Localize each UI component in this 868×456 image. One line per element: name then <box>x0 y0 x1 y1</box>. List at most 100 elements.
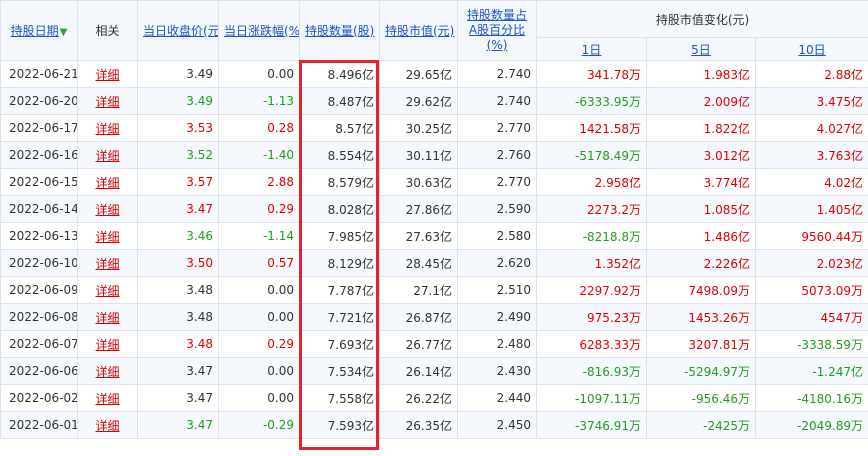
header-date[interactable]: 持股日期▼ <box>0 0 78 61</box>
holdings-table: 持股日期▼ 相关 当日收盘价(元) 当日涨跌幅(%) 持股数量(股) 持股市值(… <box>0 0 868 439</box>
detail-link[interactable]: 详细 <box>95 122 119 136</box>
header-10d-link[interactable]: 10日 <box>798 43 825 57</box>
header-pct-a-link[interactable]: 持股数量占A股百分比(%) <box>467 8 527 52</box>
shares-cell: 8.57亿 <box>299 114 380 142</box>
header-close[interactable]: 当日收盘价(元) <box>137 0 219 61</box>
date-cell: 2022-06-17 <box>0 114 78 142</box>
share-pct-cell: 2.490 <box>457 303 537 331</box>
change-5d-cell: 2.009亿 <box>646 87 756 115</box>
close-price-cell: 3.57 <box>137 168 219 196</box>
shares-cell: 7.593亿 <box>299 411 380 439</box>
header-change-link[interactable]: 当日涨跌幅(%) <box>224 24 299 38</box>
date-cell: 2022-06-10 <box>0 249 78 277</box>
date-cell: 2022-06-21 <box>0 60 78 88</box>
detail-link[interactable]: 详细 <box>95 203 119 217</box>
change-10d-cell: 2.88亿 <box>754 60 868 88</box>
change-pct-cell: 0.28 <box>218 114 300 142</box>
share-pct-cell: 2.770 <box>457 168 537 196</box>
table-row: 2022-06-02 详细 3.47 0.00 7.558亿 26.22亿 2.440 -10… <box>0 384 868 412</box>
close-price-cell: 3.47 <box>137 195 219 223</box>
detail-link-cell: 详细 <box>77 87 138 115</box>
change-10d-cell: 4547万 <box>754 303 868 331</box>
change-pct-cell: 2.88 <box>218 168 300 196</box>
detail-link-cell: 详细 <box>77 249 138 277</box>
header-shares-link[interactable]: 持股数量(股) <box>305 24 374 38</box>
market-value-cell: 26.14亿 <box>379 357 458 385</box>
change-10d-cell: 4.02亿 <box>754 168 868 196</box>
table-row: 2022-06-07 详细 3.48 0.29 7.693亿 26.77亿 2.480 628… <box>0 330 868 358</box>
share-pct-cell: 2.480 <box>457 330 537 358</box>
table-row: 2022-06-15 详细 3.57 2.88 8.579亿 30.63亿 2.770 2.9… <box>0 168 868 196</box>
detail-link-cell: 详细 <box>77 384 138 412</box>
change-5d-cell: 2.226亿 <box>646 249 756 277</box>
close-price-cell: 3.47 <box>137 384 219 412</box>
change-1d-cell: 2297.92万 <box>536 276 647 304</box>
shares-cell: 7.985亿 <box>299 222 380 250</box>
share-pct-cell: 2.440 <box>457 384 537 412</box>
change-1d-cell: -816.93万 <box>536 357 647 385</box>
change-pct-cell: -1.13 <box>218 87 300 115</box>
change-10d-cell: -1.247亿 <box>754 357 868 385</box>
header-1d[interactable]: 1日 <box>536 37 647 61</box>
header-shares[interactable]: 持股数量(股) <box>299 0 380 61</box>
detail-link[interactable]: 详细 <box>95 68 119 82</box>
detail-link[interactable]: 详细 <box>95 176 119 190</box>
shares-cell: 7.721亿 <box>299 303 380 331</box>
close-price-cell: 3.49 <box>137 87 219 115</box>
detail-link-cell: 详细 <box>77 411 138 439</box>
change-5d-cell: 1453.26万 <box>646 303 756 331</box>
table-body: 2022-06-21 详细 3.49 0.00 8.496亿 29.65亿 2.740 341… <box>0 60 868 439</box>
change-1d-cell: 975.23万 <box>536 303 647 331</box>
detail-link[interactable]: 详细 <box>95 257 119 271</box>
detail-link[interactable]: 详细 <box>95 230 119 244</box>
shares-cell: 7.534亿 <box>299 357 380 385</box>
detail-link[interactable]: 详细 <box>95 392 119 406</box>
header-5d[interactable]: 5日 <box>646 37 756 61</box>
change-pct-cell: 0.00 <box>218 276 300 304</box>
detail-link[interactable]: 详细 <box>95 149 119 163</box>
change-1d-cell: 1.352亿 <box>536 249 647 277</box>
market-value-cell: 26.35亿 <box>379 411 458 439</box>
shares-cell: 8.554亿 <box>299 141 380 169</box>
detail-link[interactable]: 详细 <box>95 419 119 433</box>
detail-link[interactable]: 详细 <box>95 338 119 352</box>
date-cell: 2022-06-13 <box>0 222 78 250</box>
close-price-cell: 3.48 <box>137 303 219 331</box>
market-value-cell: 26.22亿 <box>379 384 458 412</box>
detail-link-cell: 详细 <box>77 195 138 223</box>
detail-link-cell: 详细 <box>77 303 138 331</box>
close-price-cell: 3.47 <box>137 357 219 385</box>
header-date-link[interactable]: 持股日期 <box>11 24 59 38</box>
header-mktval[interactable]: 持股市值(元) <box>379 0 458 61</box>
table-row: 2022-06-08 详细 3.48 0.00 7.721亿 26.87亿 2.490 975… <box>0 303 868 331</box>
header-pct-a[interactable]: 持股数量占A股百分比(%) <box>457 0 537 61</box>
header-1d-link[interactable]: 1日 <box>582 43 602 57</box>
table-row: 2022-06-20 详细 3.49 -1.13 8.487亿 29.62亿 2.740 -6… <box>0 87 868 115</box>
header-mktval-link[interactable]: 持股市值(元) <box>385 24 454 38</box>
detail-link[interactable]: 详细 <box>95 365 119 379</box>
header-5d-link[interactable]: 5日 <box>691 43 711 57</box>
header-close-link[interactable]: 当日收盘价(元) <box>143 24 218 38</box>
detail-link-cell: 详细 <box>77 222 138 250</box>
change-5d-cell: -2425万 <box>646 411 756 439</box>
share-pct-cell: 2.450 <box>457 411 537 439</box>
change-10d-cell: 3.763亿 <box>754 141 868 169</box>
sort-down-icon[interactable]: ▼ <box>60 27 68 38</box>
detail-link-cell: 详细 <box>77 114 138 142</box>
share-pct-cell: 2.590 <box>457 195 537 223</box>
detail-link-cell: 详细 <box>77 357 138 385</box>
close-price-cell: 3.48 <box>137 330 219 358</box>
header-10d[interactable]: 10日 <box>754 37 868 61</box>
detail-link[interactable]: 详细 <box>95 95 119 109</box>
table-row: 2022-06-14 详细 3.47 0.29 8.028亿 27.86亿 2.590 227… <box>0 195 868 223</box>
shares-cell: 7.558亿 <box>299 384 380 412</box>
change-10d-cell: -2049.89万 <box>754 411 868 439</box>
market-value-cell: 30.25亿 <box>379 114 458 142</box>
table-row: 2022-06-16 详细 3.52 -1.40 8.554亿 30.11亿 2.760 -5… <box>0 141 868 169</box>
detail-link[interactable]: 详细 <box>95 284 119 298</box>
header-change[interactable]: 当日涨跌幅(%) <box>218 0 300 61</box>
date-cell: 2022-06-20 <box>0 87 78 115</box>
change-5d-cell: 3.012亿 <box>646 141 756 169</box>
date-cell: 2022-06-01 <box>0 411 78 439</box>
detail-link[interactable]: 详细 <box>95 311 119 325</box>
